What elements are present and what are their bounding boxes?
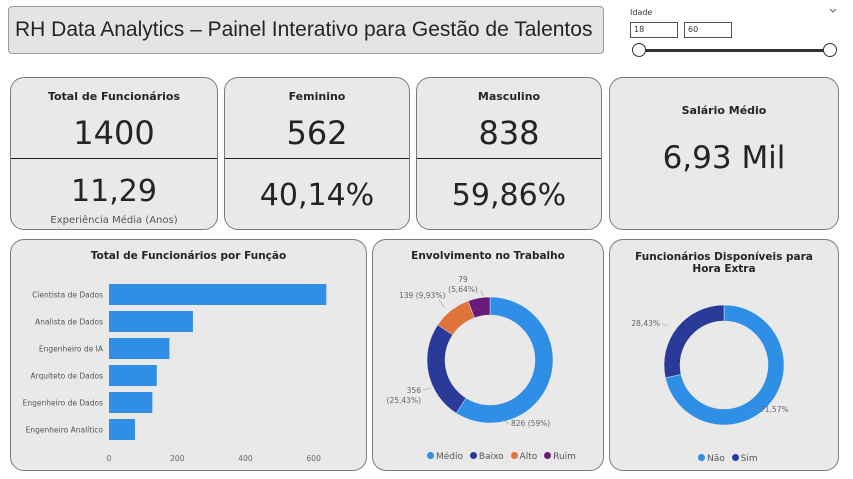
bar-chart-card: Total de Funcionários por Função Cientis… bbox=[10, 239, 367, 471]
chevron-down-icon[interactable] bbox=[828, 7, 838, 15]
legend-label-medio[interactable]: Médio bbox=[436, 452, 463, 462]
bar-category-label: Cientista de Dados bbox=[32, 291, 103, 300]
legend-label-sim[interactable]: Sim bbox=[741, 454, 758, 464]
donut-data-label: 28,43% bbox=[631, 319, 660, 328]
legend-dot bbox=[510, 452, 518, 459]
kpi-label-male: Masculino bbox=[477, 90, 541, 103]
legend-dot bbox=[731, 454, 739, 461]
slicer-max-input[interactable]: 60 bbox=[684, 22, 732, 38]
legend-dot bbox=[544, 452, 552, 459]
bar-chart: Cientista de Dados Analista de Dados Engen… bbox=[23, 284, 327, 463]
donut-slice[interactable] bbox=[426, 324, 467, 414]
kpi-card-female: Feminino 562 40,14% bbox=[224, 77, 410, 230]
kpi-label-total: Total de Funcionários bbox=[47, 90, 181, 103]
slicer-min-input[interactable]: 18 bbox=[630, 22, 678, 38]
kpi-label-experience: Experiência Média (Anos) bbox=[50, 215, 178, 226]
kpi-percent-male: 59,86% bbox=[451, 178, 567, 213]
bar[interactable] bbox=[109, 419, 135, 440]
bar[interactable] bbox=[109, 338, 170, 359]
leader-line bbox=[438, 299, 446, 309]
x-tick-label: 400 bbox=[238, 454, 253, 463]
kpi-divider bbox=[11, 158, 217, 159]
donut-data-label: 71,57% bbox=[760, 405, 789, 414]
donut-slice[interactable] bbox=[663, 304, 725, 379]
legend-dot bbox=[469, 452, 477, 459]
slider-min-handle[interactable] bbox=[632, 43, 646, 57]
leader-line bbox=[480, 289, 484, 297]
x-tick-label: 0 bbox=[107, 454, 112, 463]
kpi-label-salary: Salário Médio bbox=[681, 104, 767, 117]
bar[interactable] bbox=[109, 311, 193, 332]
kpi-value-female: 562 bbox=[286, 114, 348, 152]
bar[interactable] bbox=[109, 365, 157, 386]
kpi-card-total: Total de Funcionários 1400 11,29 Experiê… bbox=[10, 77, 218, 230]
x-tick-label: 600 bbox=[307, 454, 322, 463]
leader-line bbox=[661, 323, 669, 327]
kpi-value-experience: 11,29 bbox=[71, 174, 157, 209]
legend-label-nao[interactable]: Não bbox=[707, 454, 725, 464]
donut-data-label: 139 (9,93%) bbox=[399, 291, 445, 300]
donut-data-label: 826 (59%) bbox=[511, 419, 550, 428]
slider-max-handle[interactable] bbox=[823, 43, 837, 57]
slider-track bbox=[640, 49, 830, 52]
legend-label-alto[interactable]: Alto bbox=[520, 452, 538, 462]
engagement-donut-chart: 826 (59%) 356 (25,43%) 139 (9,93%)79 (5,64%) bbox=[387, 275, 554, 428]
x-tick-label: 200 bbox=[170, 454, 185, 463]
slicer-label: Idade bbox=[630, 8, 653, 17]
kpi-card-salary: Salário Médio 6,93 Mil bbox=[609, 77, 839, 230]
engagement-legend: Médio Baixo Alto Ruim bbox=[423, 452, 576, 462]
bar-category-label: Engenheiro Analítico bbox=[26, 426, 104, 435]
bar[interactable] bbox=[109, 392, 153, 413]
overtime-donut-chart: 71,57% 28,43% bbox=[631, 304, 789, 426]
dashboard-title: RH Data Analytics – Painel Interativo pa… bbox=[15, 18, 593, 41]
bar-category-label: Arquiteto de Dados bbox=[30, 372, 103, 381]
dashboard-title-box: RH Data Analytics – Painel Interativo pa… bbox=[8, 6, 604, 54]
donut-data-label: 79 (5,64%) bbox=[448, 275, 478, 294]
overtime-legend: Não Sim bbox=[694, 454, 758, 464]
legend-label-ruim[interactable]: Ruim bbox=[553, 452, 576, 462]
kpi-divider bbox=[417, 158, 601, 159]
kpi-value-total: 1400 bbox=[73, 114, 155, 152]
legend-dot bbox=[427, 452, 434, 459]
kpi-label-female: Feminino bbox=[288, 90, 346, 103]
kpi-card-male: Masculino 838 59,86% bbox=[416, 77, 602, 230]
legend-dot bbox=[698, 454, 705, 461]
bar-category-label: Engenheiro de Dados bbox=[23, 399, 103, 408]
overtime-chart-card: Funcionários Disponíveis para Hora Extra… bbox=[609, 239, 839, 471]
engagement-chart-card: Envolvimento no Trabalho 826 (59%) 356 (25… bbox=[372, 239, 604, 471]
bar-category-label: Engenheiro de IA bbox=[39, 345, 104, 354]
kpi-divider bbox=[225, 158, 409, 159]
bar[interactable] bbox=[109, 284, 327, 305]
kpi-value-salary: 6,93 Mil bbox=[662, 140, 786, 176]
kpi-percent-female: 40,14% bbox=[259, 178, 375, 213]
kpi-value-male: 838 bbox=[478, 114, 540, 152]
donut-data-label: 356 (25,43%) bbox=[387, 386, 422, 405]
leader-line bbox=[422, 387, 432, 391]
bar-category-label: Analista de Dados bbox=[35, 318, 103, 327]
legend-label-baixo[interactable]: Baixo bbox=[479, 452, 504, 462]
